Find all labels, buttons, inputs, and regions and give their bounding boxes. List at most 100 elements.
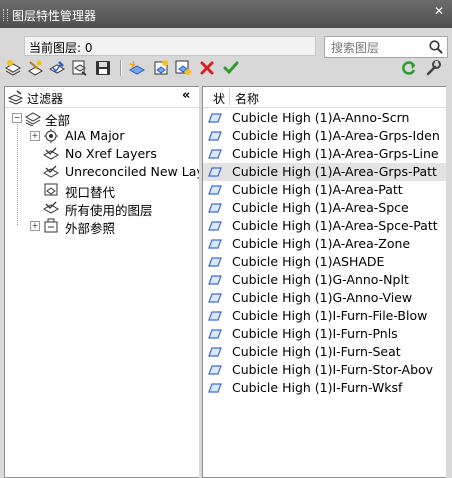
toolbar — [0, 58, 452, 80]
layer-row[interactable]: Cubicle High (1)I-Furn-Wksf — [203, 379, 446, 397]
layer-name: Cubicle High (1)A-Area-Grps-Iden — [232, 128, 440, 143]
column-divider[interactable] — [229, 89, 230, 105]
layer-status-icon[interactable] — [206, 346, 222, 358]
grip-handle[interactable] — [3, 9, 8, 21]
layer-name: Cubicle High (1)A-Area-Spce-Patt — [232, 218, 438, 233]
layer-status-icon[interactable] — [206, 328, 222, 340]
set-current-icon[interactable] — [222, 59, 240, 77]
collapse-icon[interactable]: « — [182, 89, 196, 103]
new-filter-icon[interactable] — [4, 59, 22, 77]
layer-state-icon[interactable] — [70, 59, 88, 77]
layer-name: Cubicle High (1)I-Furn-Seat — [232, 344, 401, 359]
collapse-toggle-icon[interactable]: − — [12, 113, 22, 123]
layer-name: Cubicle High (1)I-Furn-Pnls — [232, 326, 398, 341]
filter-item-label: AIA Major — [65, 128, 125, 143]
current-layer-display: 当前图层: 0 — [24, 36, 316, 56]
group-filter-icon — [44, 129, 58, 143]
layer-row[interactable]: Cubicle High (1)I-Furn-Pnls — [203, 325, 446, 343]
layer-name: Cubicle High (1)ASHADE — [232, 254, 385, 269]
search-input[interactable] — [329, 39, 431, 57]
expand-toggle-icon[interactable]: + — [30, 131, 40, 141]
layer-status-icon[interactable] — [206, 112, 222, 124]
layer-status-icon[interactable] — [206, 202, 222, 214]
layer-status-icon[interactable] — [206, 238, 222, 250]
layer-status-icon[interactable] — [206, 364, 222, 376]
layer-name: Cubicle High (1)G-Anno-View — [232, 290, 413, 305]
layer-status-icon[interactable] — [206, 274, 222, 286]
layer-row[interactable]: Cubicle High (1)I-Furn-Seat — [203, 343, 446, 361]
layer-status-icon[interactable] — [206, 166, 222, 178]
new-layer-vp-frozen-icon[interactable] — [152, 59, 170, 77]
layer-row[interactable]: Cubicle High (1)A-Area-Grps-Line — [203, 145, 446, 163]
layer-row[interactable]: Cubicle High (1)G-Anno-View — [203, 289, 446, 307]
filter-icon — [8, 90, 24, 105]
search-box[interactable] — [324, 36, 448, 58]
layer-status-icon[interactable] — [206, 292, 222, 304]
filter-tree-title: 过滤器 — [27, 92, 64, 106]
layer-status-icon[interactable] — [206, 382, 222, 394]
layer-row[interactable]: Cubicle High (1)ASHADE — [203, 253, 446, 271]
viewport-override-icon — [44, 183, 58, 196]
group-filter-icon[interactable] — [26, 59, 44, 77]
layer-list-header: 状 名称 — [203, 87, 446, 108]
right-edge — [446, 86, 452, 478]
expand-toggle-icon[interactable]: + — [30, 221, 40, 231]
filter-item-viewport-override[interactable]: 视口替代 — [5, 181, 199, 200]
filter-tree-panel: 过滤器 « − 全部 + AIA Major No Xref Layers Un… — [4, 86, 200, 478]
layer-row[interactable]: Cubicle High (1)A-Area-Patt — [203, 181, 446, 199]
xref-icon — [44, 218, 58, 233]
layer-name: Cubicle High (1)A-Anno-Scrn — [232, 110, 410, 125]
layer-status-icon[interactable] — [206, 256, 222, 268]
layer-name: Cubicle High (1)I-Furn-Wksf — [232, 380, 403, 395]
property-filter-icon — [43, 147, 59, 160]
filter-item-all-used[interactable]: 所有使用的图层 — [5, 199, 199, 218]
filter-item-all[interactable]: − 全部 — [5, 109, 199, 128]
filter-item-aia-major[interactable]: + AIA Major — [5, 127, 199, 145]
layer-name: Cubicle High (1)I-Furn-File-Blow — [232, 308, 428, 323]
layer-name: Cubicle High (1)I-Furn-Stor-Abov — [232, 362, 434, 377]
filter-item-label: Unreconciled New Layers — [65, 164, 199, 179]
layer-row[interactable]: Cubicle High (1)G-Anno-Nplt — [203, 271, 446, 289]
settings-icon[interactable] — [424, 59, 442, 77]
state-manager-icon[interactable] — [48, 59, 66, 77]
delete-layer-icon[interactable] — [198, 59, 216, 77]
refresh-icon[interactable] — [400, 59, 418, 77]
new-layer-icon[interactable] — [128, 59, 146, 77]
close-icon[interactable]: ✕ — [432, 4, 446, 18]
layer-row[interactable]: Cubicle High (1)A-Area-Grps-Iden — [203, 127, 446, 145]
layer-status-icon[interactable] — [206, 130, 222, 142]
filter-item-label: 外部参照 — [65, 221, 116, 236]
column-header-name[interactable]: 名称 — [235, 90, 259, 107]
all-filter-icon — [25, 112, 41, 126]
filter-item-xref[interactable]: + 外部参照 — [5, 217, 199, 236]
layer-name: Cubicle High (1)A-Area-Grps-Line — [232, 146, 439, 161]
layer-row[interactable]: Cubicle High (1)A-Area-Spce — [203, 199, 446, 217]
layer-status-icon[interactable] — [206, 184, 222, 196]
title-bar: 图层特性管理器 ✕ — [0, 0, 452, 29]
property-filter-icon — [43, 201, 59, 214]
layer-row[interactable]: Cubicle High (1)I-Furn-Stor-Abov — [203, 361, 446, 379]
layer-list-panel: 状 名称 Cubicle High (1)A-Anno-Scrn Cubicle … — [202, 86, 447, 478]
property-filter-icon — [43, 165, 59, 178]
layer-row[interactable]: Cubicle High (1)A-Area-Grps-Patt — [203, 163, 446, 181]
layer-row[interactable]: Cubicle High (1)A-Area-Spce-Patt — [203, 217, 446, 235]
filter-item-no-xref[interactable]: No Xref Layers — [5, 145, 199, 163]
layer-name: Cubicle High (1)G-Anno-Nplt — [232, 272, 409, 287]
column-header-status[interactable]: 状 — [213, 90, 225, 107]
layer-status-icon[interactable] — [206, 148, 222, 160]
save-icon[interactable] — [94, 59, 112, 77]
layer-row[interactable]: Cubicle High (1)A-Area-Zone — [203, 235, 446, 253]
layer-status-icon[interactable] — [206, 220, 222, 232]
layer-status-icon[interactable] — [206, 310, 222, 322]
layer-name: Cubicle High (1)A-Area-Spce — [232, 200, 409, 215]
filter-item-label: No Xref Layers — [65, 146, 157, 161]
window-title: 图层特性管理器 — [12, 9, 97, 23]
search-icon[interactable] — [428, 39, 444, 55]
filter-item-unreconciled[interactable]: Unreconciled New Layers — [5, 163, 199, 181]
filter-tree-header: 过滤器 « — [5, 87, 199, 108]
current-layer-label: 当前图层: 0 — [29, 41, 93, 55]
layer-name: Cubicle High (1)A-Area-Grps-Patt — [232, 164, 437, 179]
new-layer-vp-icon[interactable] — [174, 59, 192, 77]
layer-row[interactable]: Cubicle High (1)I-Furn-File-Blow — [203, 307, 446, 325]
layer-row[interactable]: Cubicle High (1)A-Anno-Scrn — [203, 109, 446, 127]
